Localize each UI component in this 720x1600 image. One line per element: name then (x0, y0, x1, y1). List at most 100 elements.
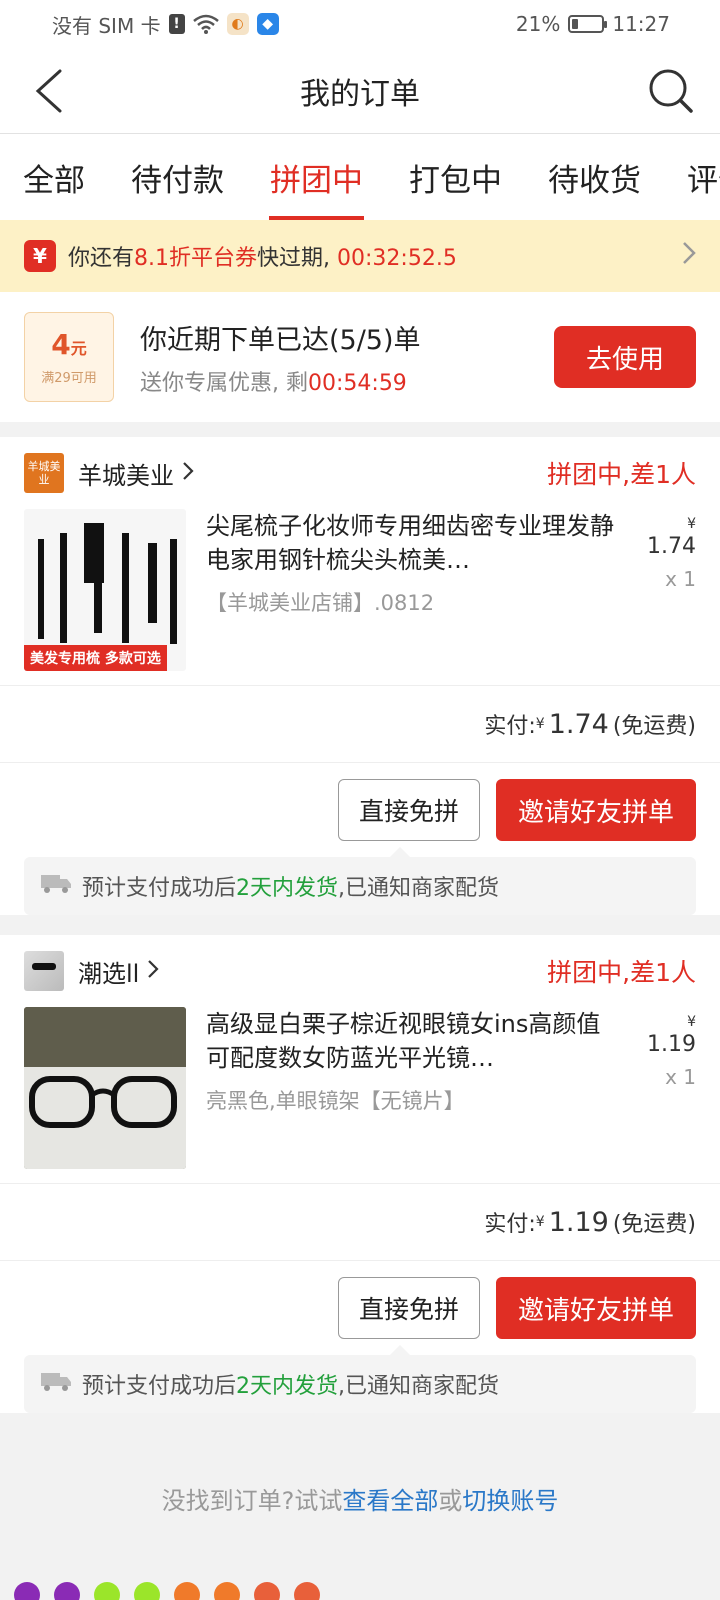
clock: 11:27 (612, 12, 670, 36)
recommendation-strip (0, 1582, 720, 1600)
banner-highlight: 8.1折平台券 (134, 246, 258, 271)
status-left: 没有 SIM 卡 ! ◐ ◆ (52, 10, 279, 39)
tab-group-buying[interactable]: 拼团中 (247, 134, 386, 220)
product-quantity: x 1 (665, 567, 696, 591)
promo-coupon: 4元 满29可用 (24, 312, 114, 402)
delivery-pre: 预计支付成功后 (82, 876, 237, 901)
product-info: 高级显白栗子棕近视眼镜女ins高颜值可配度数女防蓝光平光镜… 亮黑色,单眼镜架【… (186, 1007, 636, 1165)
total-value: 1.19 (548, 1206, 609, 1238)
shop-name[interactable]: 羊城美业 (78, 456, 174, 491)
currency-symbol: ¥ (687, 516, 696, 532)
delivery-post: ,已通知商家配货 (338, 876, 500, 901)
product-thumb-peek[interactable] (214, 1582, 240, 1600)
promo-title: 你近期下单已达(5/5)单 (140, 324, 421, 356)
product-info: 尖尾梳子化妆师专用细齿密专业理发静电家用钢针梳尖头梳美… 【羊城美业店铺】.08… (186, 509, 636, 667)
chevron-right-icon (682, 241, 696, 271)
order-header: 潮选ll 拼团中,差1人 (0, 935, 720, 1007)
view-all-link[interactable]: 查看全部 (342, 1487, 438, 1515)
footer-help: 没找到订单?试试查看全部或切换账号 (0, 1433, 720, 1516)
tab-all[interactable]: 全部 (0, 134, 108, 220)
product-price: ¥ 1.74 (636, 509, 696, 559)
direct-skip-group-button[interactable]: 直接免拼 (338, 779, 480, 841)
tab-review[interactable]: 评价 (664, 134, 720, 220)
promo-condition: 满29可用 (41, 371, 97, 386)
product-thumb-peek[interactable] (14, 1582, 40, 1600)
chevron-right-icon[interactable] (147, 959, 159, 983)
nav-bar: 我的订单 (0, 48, 720, 134)
product-spec: 【羊城美业店铺】.0812 (206, 591, 435, 615)
invite-friends-button[interactable]: 邀请好友拼单 (496, 1277, 696, 1339)
app-notification-icon: ◐ (226, 13, 249, 35)
total-value: 1.74 (548, 708, 609, 740)
product-price: ¥ 1.19 (636, 1007, 696, 1057)
delivery-highlight: 2天内发货 (236, 876, 339, 901)
order-header: 羊城美业 羊城美业 拼团中,差1人 (0, 437, 720, 509)
shipping-note: (免运费) (612, 1212, 696, 1237)
use-coupon-button[interactable]: 去使用 (554, 326, 696, 388)
shop-name[interactable]: 潮选ll (78, 954, 139, 989)
order-card: 羊城美业 羊城美业 拼团中,差1人 美发专用梳 多款可选 尖尾梳子化妆师专用细齿… (0, 437, 720, 915)
product-quantity: x 1 (665, 1065, 696, 1089)
order-body[interactable]: 高级显白栗子棕近视眼镜女ins高颜值可配度数女防蓝光平光镜… 亮黑色,单眼镜架【… (0, 1007, 720, 1183)
app-shield-icon: ◆ (256, 13, 279, 35)
delivery-note: 预计支付成功后 2天内发货 ,已通知商家配货 (24, 1345, 696, 1413)
banner-mid: 快过期, (257, 246, 331, 271)
currency-symbol: ¥ (535, 1214, 545, 1230)
chevron-right-icon[interactable] (182, 461, 194, 485)
status-bar: 没有 SIM 卡 ! ◐ ◆ 21% 11:27 (0, 0, 720, 48)
product-price-block: ¥ 1.74 x 1 (636, 509, 696, 667)
tab-pending-payment[interactable]: 待付款 (108, 134, 247, 220)
total-label: 实付: (484, 714, 536, 739)
promo-sub-pre: 送你专属优惠, 剩 (140, 370, 308, 396)
shop-logo[interactable]: 羊城美业 (24, 453, 64, 493)
invite-friends-button[interactable]: 邀请好友拼单 (496, 779, 696, 841)
price-value: 1.19 (647, 1032, 696, 1057)
page-title: 我的订单 (300, 76, 420, 112)
currency-symbol: ¥ (535, 716, 545, 732)
search-icon[interactable] (646, 66, 696, 116)
product-thumb-peek[interactable] (254, 1582, 280, 1600)
delivery-note: 预计支付成功后 2天内发货 ,已通知商家配货 (24, 847, 696, 915)
order-total: 实付: ¥ 1.19 (免运费) (0, 1183, 720, 1261)
total-label: 实付: (484, 1212, 536, 1237)
promo-unit: 元 (70, 339, 87, 358)
product-title: 高级显白栗子棕近视眼镜女ins高颜值可配度数女防蓝光平光镜… (206, 1010, 601, 1072)
banner-timer: 00:32:52.5 (337, 246, 457, 271)
order-total: 实付: ¥ 1.74 (免运费) (0, 685, 720, 763)
tab-packing[interactable]: 打包中 (386, 134, 525, 220)
order-actions: 直接免拼 邀请好友拼单 (0, 763, 720, 857)
footer-mid: 或 (438, 1487, 463, 1515)
promo-amount: 4元 (51, 328, 87, 361)
coupon-expiry-banner[interactable]: ¥ 你还有8.1折平台券快过期, 00:32:52.5 (0, 220, 720, 292)
back-arrow-icon[interactable] (24, 66, 74, 116)
order-actions: 直接免拼 邀请好友拼单 (0, 1261, 720, 1355)
exclamation-icon: ! (168, 14, 185, 34)
order-body[interactable]: 美发专用梳 多款可选 尖尾梳子化妆师专用细齿密专业理发静电家用钢针梳尖头梳美… … (0, 509, 720, 685)
delivery-pre: 预计支付成功后 (82, 1374, 237, 1399)
order-status: 拼团中,差1人 (547, 460, 696, 489)
banner-pre: 你还有 (68, 246, 135, 271)
product-thumb-peek[interactable] (134, 1582, 160, 1600)
status-right: 21% 11:27 (516, 12, 670, 36)
product-thumb-peek[interactable] (174, 1582, 200, 1600)
tab-to-receive[interactable]: 待收货 (525, 134, 664, 220)
shop-avatar[interactable] (24, 951, 64, 991)
price-value: 1.74 (647, 534, 696, 559)
battery-percent: 21% (515, 12, 561, 36)
truck-icon (40, 1370, 72, 1398)
order-tabs: 全部 待付款 拼团中 打包中 待收货 评价 (0, 134, 720, 220)
order-card: 潮选ll 拼团中,差1人 高级显白栗子棕近视眼镜女ins高颜值可配度数女防蓝光平… (0, 935, 720, 1413)
product-image[interactable] (24, 1007, 186, 1169)
order-status: 拼团中,差1人 (547, 958, 696, 987)
wifi-icon (192, 14, 219, 34)
currency-symbol: ¥ (687, 1014, 696, 1030)
direct-skip-group-button[interactable]: 直接免拼 (338, 1277, 480, 1339)
product-thumb-peek[interactable] (94, 1582, 120, 1600)
promo-amount-value: 4 (51, 328, 71, 361)
delivery-post: ,已通知商家配货 (338, 1374, 500, 1399)
switch-account-link[interactable]: 切换账号 (462, 1487, 558, 1515)
product-thumb-peek[interactable] (294, 1582, 320, 1600)
product-image[interactable]: 美发专用梳 多款可选 (24, 509, 186, 671)
delivery-highlight: 2天内发货 (236, 1374, 339, 1399)
product-thumb-peek[interactable] (54, 1582, 80, 1600)
